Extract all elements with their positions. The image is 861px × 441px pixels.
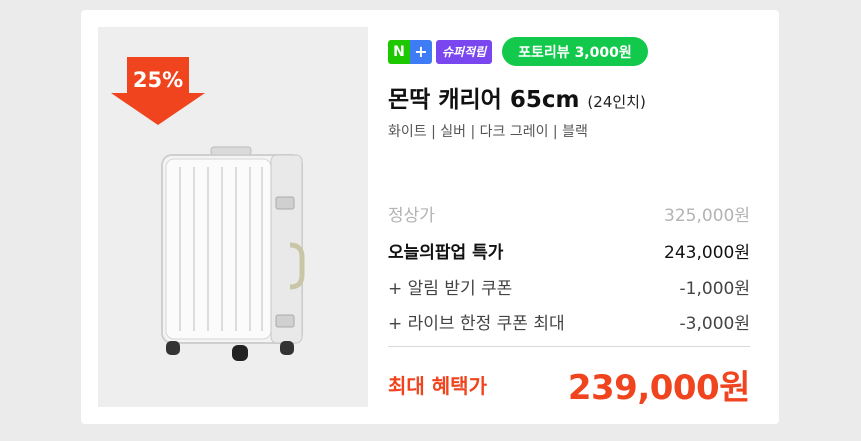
regular-price-row: 정상가 325,000원	[388, 201, 750, 226]
discount-percent: 25%	[132, 68, 184, 92]
regular-price-label: 정상가	[388, 206, 435, 226]
live-coupon-row[interactable]: + 라이브 한정 쿠폰 최대 -3,000원	[388, 309, 750, 334]
special-price-row: 오늘의팝업 특가 243,000원	[388, 238, 750, 263]
final-price-value: 239,000원	[567, 368, 751, 408]
product-title[interactable]: 몬딱 캐리어 65cm	[388, 80, 579, 114]
final-price-row: 최대 혜택가 239,000원	[388, 360, 751, 409]
npay-plus-label: +	[410, 39, 432, 64]
benefit-tags: N + 슈퍼적립 포토리뷰 3,000원	[388, 37, 648, 66]
npay-n-label: N	[388, 39, 410, 64]
regular-price-value: 325,000원	[664, 206, 750, 226]
live-coupon-label: + 라이브 한정 쿠폰 최대	[388, 314, 565, 334]
product-title-row[interactable]: 몬딱 캐리어 65cm (24인치)	[388, 80, 646, 114]
special-price-label: 오늘의팝업 특가	[388, 243, 504, 263]
npay-plus-icon: N +	[388, 39, 432, 64]
final-price-label: 최대 혜택가	[388, 374, 487, 398]
live-coupon-value: -3,000원	[679, 314, 750, 334]
price-divider	[388, 346, 750, 347]
discount-badge: 25%	[111, 57, 205, 125]
product-info: N + 슈퍼적립 포토리뷰 3,000원 몬딱 캐리어 65cm (24인치) …	[388, 10, 751, 424]
photo-review-badge[interactable]: 포토리뷰 3,000원	[502, 37, 648, 66]
product-image-panel[interactable]: 25%	[98, 27, 368, 407]
special-price-value: 243,000원	[664, 243, 750, 263]
suitcase-image	[161, 146, 305, 361]
product-card[interactable]: 25% N + 슈퍼적립 포토리뷰 3,000원 몬딱 캐리어 65cm (24…	[81, 10, 779, 424]
product-size: (24인치)	[587, 93, 646, 111]
super-points-badge: 슈퍼적립	[436, 39, 493, 64]
alert-coupon-value: -1,000원	[679, 279, 750, 299]
alert-coupon-label: + 알림 받기 쿠폰	[388, 279, 513, 299]
color-options: 화이트 | 실버 | 다크 그레이 | 블랙	[388, 124, 588, 140]
alert-coupon-row[interactable]: + 알림 받기 쿠폰 -1,000원	[388, 274, 750, 299]
